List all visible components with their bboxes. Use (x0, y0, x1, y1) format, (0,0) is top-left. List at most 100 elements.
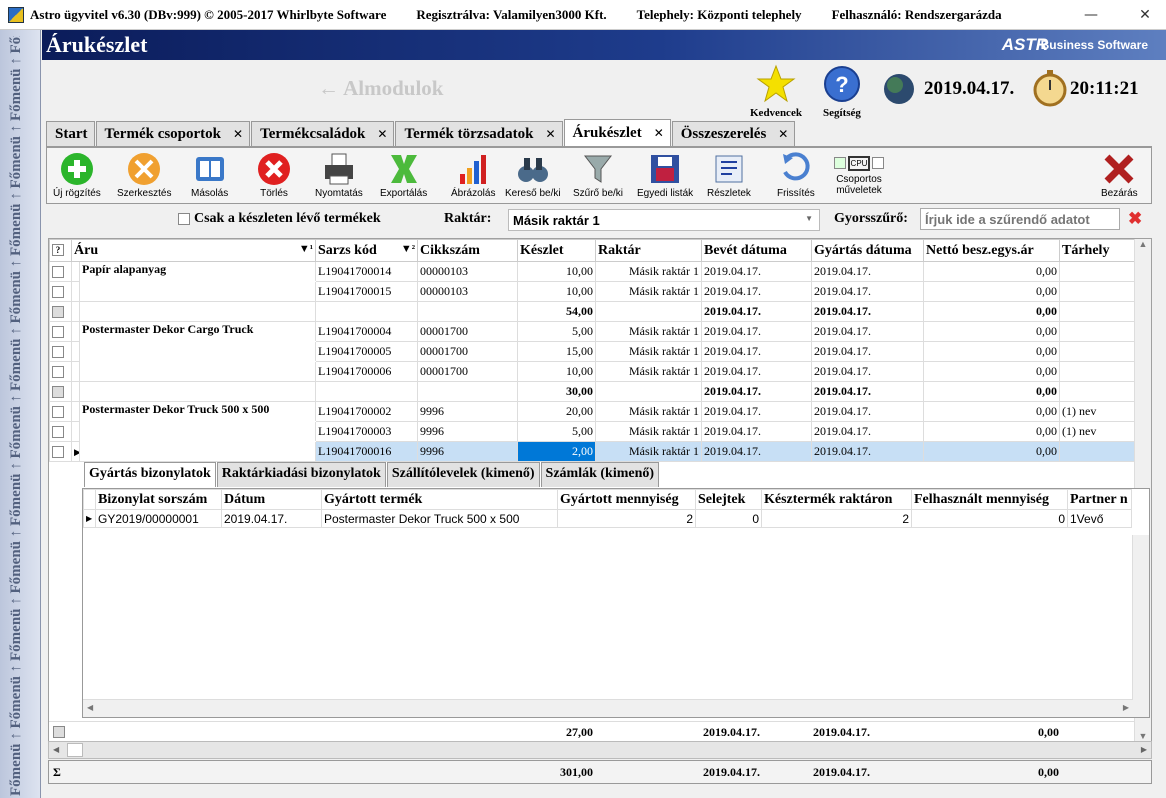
chart-button[interactable]: Ábrázolás (451, 152, 495, 199)
in-date-cell: 2019.04.17. (701, 421, 812, 442)
new-record-button[interactable]: Új rögzítés (53, 152, 101, 199)
table-row[interactable]: Postermaster Dekor Cargo Truck L190417000… (49, 321, 1136, 342)
column-header-used-qty[interactable]: Felhasznált mennyiség (911, 489, 1068, 510)
table-row[interactable]: Papír alapanyag L19041700014 00000103 10,00… (49, 261, 1136, 282)
scroll-right-icon[interactable]: ▶ (1141, 745, 1147, 754)
column-header-net-price[interactable]: Nettó besz.egys.ár (923, 239, 1060, 262)
row-checkbox[interactable] (52, 326, 64, 339)
filter-toggle-button[interactable]: Szűrő be/ki (573, 152, 623, 199)
table-row[interactable]: Postermaster Dekor Truck 500 x 500 L19041… (49, 401, 1136, 422)
refresh-button[interactable]: Frissítés (777, 152, 815, 199)
row-indicator-cell (71, 321, 80, 342)
column-header-date[interactable]: Dátum (221, 489, 322, 510)
scroll-down-icon[interactable]: ▼ (1135, 731, 1151, 741)
location-cell: (1) nev (1059, 401, 1136, 422)
main-menu-sidebar[interactable]: Főmenü ↑ Főmenü ↑ Főmenü ↑ Főmenü ↑ Főme… (0, 30, 41, 798)
clear-filter-icon[interactable]: ✖ (1128, 209, 1142, 229)
grid-horizontal-scrollbar[interactable]: ◀ ▶ (48, 741, 1152, 759)
export-button[interactable]: Exportálás (380, 152, 427, 199)
column-header-produced-item[interactable]: Gyártott termék (321, 489, 558, 510)
print-button[interactable]: Nyomtatás (315, 152, 363, 199)
warehouse-select[interactable]: Másik raktár 1 ▼ (508, 209, 820, 231)
quick-filter-input[interactable] (920, 208, 1120, 230)
column-header-item[interactable]: Áru ▼¹ (71, 239, 316, 262)
copy-button[interactable]: Másolás (191, 152, 228, 199)
close-icon[interactable]: ✕ (654, 126, 664, 140)
module-tabs: Start Termék csoportok ✕ Termékcsaládok ✕ … (46, 119, 796, 146)
table-row[interactable]: ▶ GY2019/00000001 2019.04.17. Postermast… (83, 509, 1132, 528)
site-label: Telephely: Központi telephely (636, 6, 802, 22)
column-header-stock[interactable]: Készlet (517, 239, 596, 262)
search-toggle-button[interactable]: Kereső be/ki (505, 152, 561, 199)
main-menu-label[interactable]: Főmenü ↑ Főmenü ↑ Főmenü ↑ Főmenü ↑ Főme… (8, 36, 25, 796)
scroll-right-icon[interactable]: ▶ (1123, 703, 1129, 712)
row-checkbox[interactable] (52, 366, 64, 379)
tab-production-documents[interactable]: Gyártás bizonylatok (84, 462, 216, 487)
toolbar-label: Részletek (707, 188, 751, 199)
row-checkbox[interactable] (52, 286, 64, 299)
row-checkbox[interactable] (52, 406, 64, 419)
tab-outgoing-invoices[interactable]: Számlák (kimenő) (540, 462, 660, 487)
tab-assembly[interactable]: Összeszerelés ✕ (671, 121, 796, 146)
delete-button[interactable]: Törlés (257, 152, 291, 199)
close-icon[interactable]: ✕ (778, 127, 788, 141)
row-checkbox[interactable] (52, 446, 64, 459)
column-header-scrap[interactable]: Selejtek (695, 489, 762, 510)
scroll-thumb[interactable] (67, 743, 83, 757)
details-button[interactable]: Részletek (707, 152, 751, 199)
help-button[interactable]: ? Segítség (822, 64, 862, 119)
table-row[interactable]: L19041700015 00000103 10,00 Másik raktár 12… (49, 281, 1136, 302)
detail-horizontal-scrollbar[interactable]: ◀ ▶ (83, 699, 1133, 717)
item-name-cell: Papír alapanyag (79, 261, 316, 282)
tab-product-families[interactable]: Termékcsaládok ✕ (251, 121, 395, 146)
scroll-up-icon[interactable]: ▲ (1135, 239, 1151, 249)
close-window-button[interactable]: ✕ (1130, 0, 1160, 30)
column-header-produced-qty[interactable]: Gyártott mennyiség (557, 489, 696, 510)
table-row[interactable]: L19041700005 00001700 15,00 Másik raktár 12… (49, 341, 1136, 362)
close-icon[interactable]: ✕ (377, 127, 387, 141)
column-header-warehouse[interactable]: Raktár (595, 239, 702, 262)
tab-warehouse-issue-documents[interactable]: Raktárkiadási bizonylatok (216, 462, 386, 487)
in-date-cell: 2019.04.17. (701, 261, 812, 282)
row-checkbox[interactable] (52, 426, 64, 439)
column-header-batch[interactable]: Sarzs kód ▼² (315, 239, 418, 262)
column-header-production-date[interactable]: Gyártás dátuma (811, 239, 924, 262)
table-row[interactable]: L19041700003 9996 5,00 Másik raktár 1 2019.0… (49, 421, 1136, 442)
column-header-in-date[interactable]: Bevét dátuma (701, 239, 812, 262)
column-header-finished-in-stock[interactable]: Késztermék raktáron (761, 489, 912, 510)
tab-start[interactable]: Start (46, 121, 95, 146)
column-header-partner[interactable]: Partner n (1067, 489, 1132, 510)
column-header-document-number[interactable]: Bizonylat sorszám (95, 489, 222, 510)
group-operations-button[interactable]: CPU Csoportos műveletek (829, 152, 889, 196)
minimize-button[interactable]: — (1076, 0, 1106, 30)
tab-product-groups[interactable]: Termék csoportok ✕ (95, 121, 251, 146)
edit-button[interactable]: Szerkesztés (117, 152, 171, 199)
column-header-location[interactable]: Tárhely (1059, 239, 1136, 262)
close-icon[interactable]: ✕ (545, 127, 555, 141)
favorites-button[interactable]: Kedvencek (750, 64, 802, 119)
tab-outgoing-delivery-notes[interactable]: Szállítólevelek (kimenő) (386, 462, 540, 487)
production-documents-grid: Bizonylat sorszám Dátum Gyártott termék … (82, 488, 1150, 718)
row-checkbox[interactable] (52, 306, 64, 319)
tab-inventory[interactable]: Árukészlet ✕ (563, 119, 671, 146)
sku-cell: 00000103 (417, 261, 518, 282)
close-icon[interactable]: ✕ (233, 127, 243, 141)
custom-lists-button[interactable]: Egyedi listák (637, 152, 693, 199)
table-row[interactable]: L19041700006 00001700 10,00 Másik raktár 12… (49, 361, 1136, 382)
column-header-sku[interactable]: Cikkszám (417, 239, 518, 262)
tab-product-master[interactable]: Termék törzsadatok ✕ (395, 121, 563, 146)
scroll-left-icon[interactable]: ◀ (53, 745, 59, 754)
scroll-left-icon[interactable]: ◀ (87, 703, 93, 712)
brand-subtitle: Business Software (1040, 38, 1148, 52)
submodules-link[interactable]: ← Almodulok (318, 76, 443, 101)
table-row[interactable]: ▶L1904170001699962,00Másik raktár 12019.… (49, 441, 1136, 462)
detail-vertical-scrollbar[interactable] (1132, 535, 1149, 717)
close-module-button[interactable]: Bezárás (1101, 152, 1138, 199)
select-all-header[interactable]: ? (49, 239, 72, 262)
row-checkbox[interactable] (53, 726, 65, 738)
row-checkbox[interactable] (52, 386, 64, 399)
location-cell (1059, 341, 1136, 362)
stock-only-checkbox[interactable] (178, 213, 190, 225)
row-checkbox[interactable] (52, 266, 64, 279)
row-checkbox[interactable] (52, 346, 64, 359)
